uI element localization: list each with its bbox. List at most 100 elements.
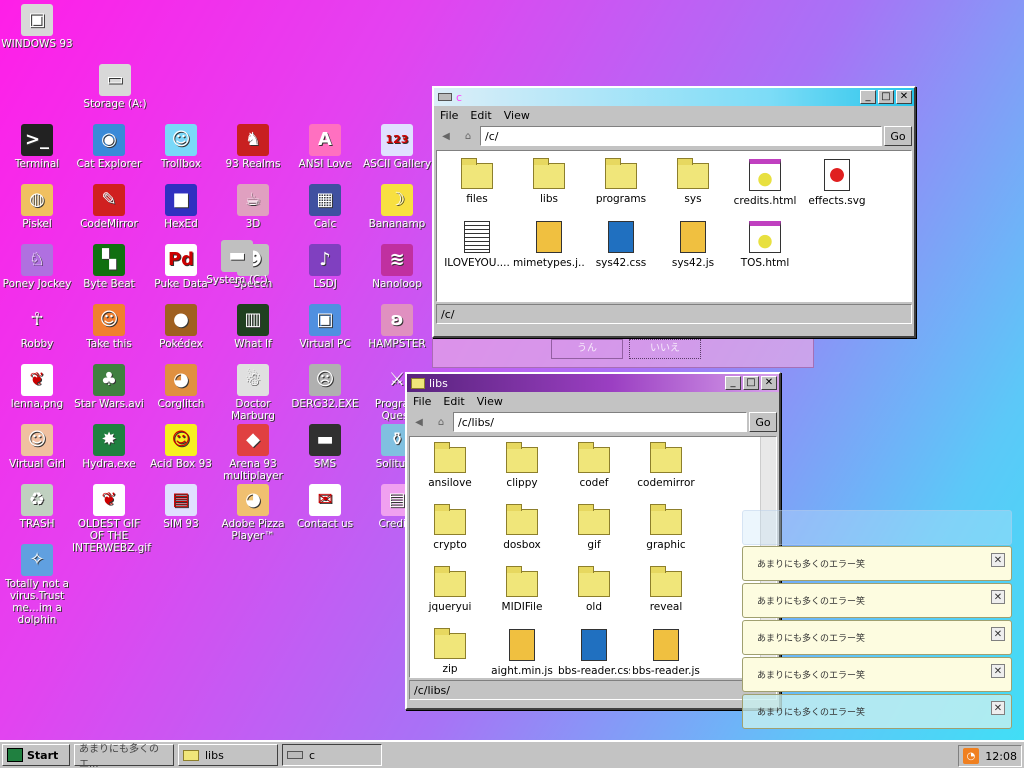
desktop-icon[interactable]: ☥ Robby — [0, 304, 74, 351]
file-item[interactable]: files — [441, 158, 513, 205]
desktop-icon[interactable]: ✎ CodeMirror — [72, 184, 146, 230]
desktop-icon[interactable]: >_ Terminal — [0, 124, 74, 170]
desktop-icon[interactable]: ▬ System (C:) — [200, 240, 274, 286]
desktop-icon[interactable]: ▣ WINDOWS 93 — [0, 4, 74, 50]
file-item[interactable]: sys — [657, 158, 729, 205]
file-item[interactable]: MIDIFile — [486, 566, 558, 613]
file-item[interactable]: codef — [558, 442, 630, 489]
desktop-icon[interactable]: ☹ DERG32.EXE — [288, 364, 362, 410]
desktop-icon[interactable]: ▣ Virtual PC — [288, 304, 362, 350]
desktop-icon[interactable]: ♣ Star Wars.avi — [72, 364, 146, 410]
task-c[interactable]: c — [282, 744, 382, 766]
desktop-icon[interactable]: ■ HexEd — [144, 184, 218, 230]
desktop-icon[interactable]: ☺ Acid Box 93 — [144, 424, 218, 470]
file-item[interactable]: sys42.js — [657, 221, 729, 269]
file-item[interactable]: effects.svg — [801, 159, 873, 207]
ghost-cancel-button[interactable]: いいえ — [629, 339, 701, 359]
error-notification[interactable]: あまりにも多くのエラー笑 ✕ — [742, 657, 1012, 692]
menu-view[interactable]: View — [504, 109, 530, 122]
desktop-icon[interactable]: ◆ Arena 93 multiplayer — [216, 424, 290, 482]
rss-icon[interactable]: ◔ — [963, 748, 979, 764]
desktop-icon[interactable]: ◍ Piskel — [0, 184, 74, 230]
file-item[interactable]: mimetypes.j... — [513, 221, 585, 269]
ghost-ok-button[interactable]: うん — [551, 339, 623, 359]
desktop-icon[interactable]: ✉ Contact us — [288, 484, 362, 530]
desktop-icon[interactable]: ≋ Nanoloop — [360, 244, 434, 290]
explorer-window-libs[interactable]: libs _ □ ✕ File Edit View ◀ ⌂ Go ansilov… — [405, 372, 781, 710]
file-item[interactable]: clippy — [486, 442, 558, 489]
desktop-icon[interactable]: ▬ SMS — [288, 424, 362, 470]
desktop-icon[interactable]: ʚ HAMPSTER — [360, 304, 434, 350]
desktop-icon[interactable]: ◉ Cat Explorer — [72, 124, 146, 170]
go-button[interactable]: Go — [884, 126, 912, 146]
file-item[interactable]: credits.html — [729, 159, 801, 207]
close-icon[interactable]: ✕ — [991, 627, 1005, 641]
file-item[interactable]: dosbox — [486, 504, 558, 551]
desktop-icon[interactable]: A ANSI Love — [288, 124, 362, 170]
minimize-button[interactable]: _ — [860, 90, 876, 104]
desktop-icon[interactable]: ☺ Take this — [72, 304, 146, 350]
menu-view[interactable]: View — [477, 395, 503, 408]
file-item[interactable]: reveal — [630, 566, 702, 613]
address-input[interactable] — [480, 126, 882, 146]
titlebar[interactable]: c _ □ ✕ — [434, 88, 914, 106]
desktop-icon[interactable]: ♻ TRASH — [0, 484, 74, 530]
desktop-icon[interactable]: ❦ OLDEST GIF OF THE INTERWEBZ.gif — [72, 484, 151, 554]
desktop-icon[interactable]: ☕ 3D — [216, 184, 290, 230]
desktop-icon[interactable]: ☽ Bananamp — [360, 184, 434, 230]
desktop-icon[interactable]: ☃ Doctor Marburg — [216, 364, 290, 422]
file-item[interactable]: jqueryui — [414, 566, 486, 613]
minimize-button[interactable]: _ — [725, 376, 741, 390]
close-icon[interactable]: ✕ — [991, 701, 1005, 715]
desktop-icon[interactable]: ● Pokédex — [144, 304, 218, 350]
desktop-icon[interactable]: ☺ Virtual Girl — [0, 424, 74, 470]
file-item[interactable]: crypto — [414, 504, 486, 551]
desktop-icon[interactable]: ▤ SIM 93 — [144, 484, 218, 530]
close-icon[interactable]: ✕ — [991, 590, 1005, 604]
desktop-icon[interactable]: ☺ Trollbox — [144, 124, 218, 170]
menu-file[interactable]: File — [413, 395, 431, 408]
error-notification[interactable]: あまりにも多くのエラー笑 ✕ — [742, 620, 1012, 655]
file-item[interactable]: bbs-reader.css — [558, 629, 630, 677]
desktop-icon[interactable]: ✧ Totally not a virus.Trust me...im a dol… — [0, 544, 74, 626]
maximize-button[interactable]: □ — [878, 90, 894, 104]
desktop-icon[interactable]: ▥ What If — [216, 304, 290, 350]
error-notification[interactable]: あまりにも多くのエラー笑 ✕ — [742, 694, 1012, 729]
file-item[interactable]: TOS.html — [729, 221, 801, 269]
close-icon[interactable]: ✕ — [991, 553, 1005, 567]
desktop-icon[interactable]: ▭ Storage (A:) — [78, 64, 152, 110]
desktop-icon[interactable]: ♘ Poney Jockey — [0, 244, 74, 290]
file-item[interactable]: codemirror — [630, 442, 702, 489]
file-item[interactable]: ILOVEYOU.... — [441, 221, 513, 269]
desktop-icon[interactable]: ❦ lenna.png — [0, 364, 74, 410]
maximize-button[interactable]: □ — [743, 376, 759, 390]
desktop-icon[interactable]: ▚ Byte Beat — [72, 244, 146, 290]
go-button[interactable]: Go — [749, 412, 777, 432]
file-item[interactable]: programs — [585, 158, 657, 205]
back-arrow-icon[interactable]: ◀ — [436, 126, 456, 146]
close-button[interactable]: ✕ — [896, 90, 912, 104]
menu-edit[interactable]: Edit — [443, 395, 464, 408]
desktop-icon[interactable]: 123 ASCII Gallery — [360, 124, 434, 170]
file-item[interactable]: gif — [558, 504, 630, 551]
task-libs[interactable]: libs — [178, 744, 278, 766]
task-notification[interactable]: あまりにも多くのエ... — [74, 744, 174, 768]
desktop-icon[interactable]: ♞ 93 Realms — [216, 124, 290, 170]
menu-file[interactable]: File — [440, 109, 458, 122]
titlebar[interactable]: libs _ □ ✕ — [407, 374, 779, 392]
file-item[interactable]: sys42.css — [585, 221, 657, 269]
menu-edit[interactable]: Edit — [470, 109, 491, 122]
clock[interactable]: 12:08 — [985, 750, 1017, 763]
close-button[interactable]: ✕ — [761, 376, 777, 390]
desktop-icon[interactable]: ▦ Calc — [288, 184, 362, 230]
desktop-icon[interactable]: ♪ LSDJ — [288, 244, 362, 290]
desktop-icon[interactable]: ✸ Hydra.exe — [72, 424, 146, 470]
file-item[interactable]: libs — [513, 158, 585, 205]
error-notification[interactable]: あまりにも多くのエラー笑 ✕ — [742, 546, 1012, 581]
desktop-icon[interactable]: ◕ Adobe Pizza Player™ — [216, 484, 290, 542]
desktop-icon[interactable]: ◕ Corglitch — [144, 364, 218, 410]
close-icon[interactable]: ✕ — [991, 664, 1005, 678]
file-item[interactable]: aight.min.js — [486, 629, 558, 677]
file-item[interactable]: graphic — [630, 504, 702, 551]
file-item[interactable]: ansilove — [414, 442, 486, 489]
